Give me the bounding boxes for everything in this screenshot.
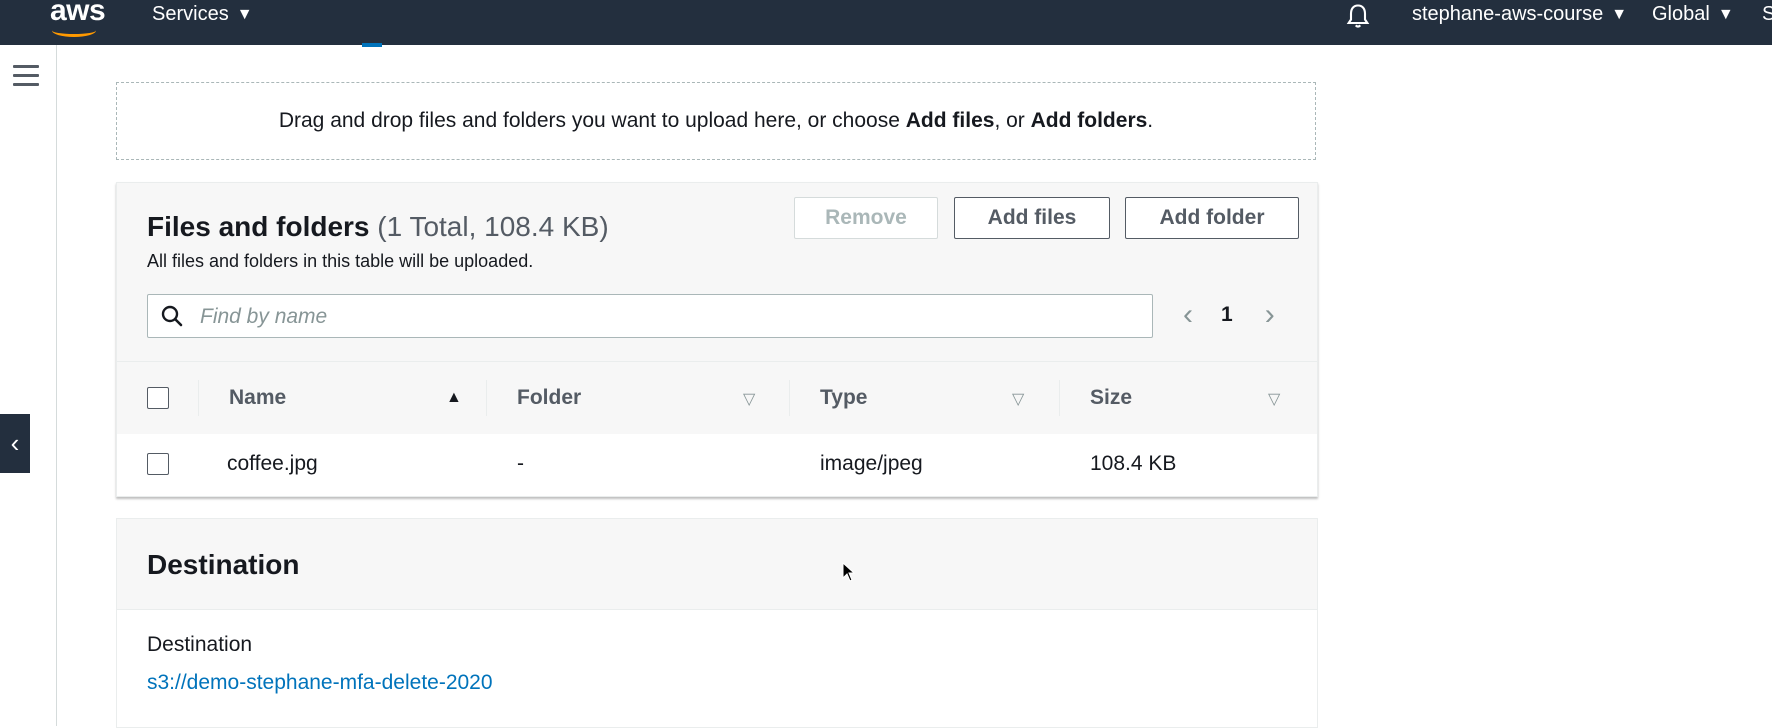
upload-dropzone[interactable]: Drag and drop files and folders you want… xyxy=(116,82,1316,160)
dropzone-text-prefix: Drag and drop files and folders you want… xyxy=(278,109,906,132)
top-navigation-bar: aws Services ▼ stephane-aws-course ▼ Globa… xyxy=(0,0,1772,45)
sort-caret-icon[interactable]: ▽ xyxy=(1268,389,1280,409)
files-panel-title: Files and folders (1 Total, 108.4 KB) xyxy=(147,211,609,243)
bell-icon[interactable] xyxy=(1344,2,1372,30)
support-menu[interactable]: S xyxy=(1762,0,1772,28)
region-label: Global xyxy=(1652,3,1710,25)
table-row[interactable]: coffee.jpg - image/jpeg 108.4 KB xyxy=(117,434,1317,494)
mouse-cursor-icon xyxy=(842,562,856,582)
dropzone-text-suffix: . xyxy=(1147,109,1154,132)
destination-header: Destination xyxy=(117,519,1317,610)
hamburger-icon[interactable] xyxy=(13,65,39,87)
destination-panel: Destination Destination s3://demo-stepha… xyxy=(116,518,1318,728)
column-divider xyxy=(486,380,487,416)
aws-logo[interactable]: aws xyxy=(50,0,106,37)
column-divider xyxy=(198,380,199,416)
services-menu[interactable]: Services ▼ xyxy=(152,0,253,28)
destination-title: Destination xyxy=(147,549,300,580)
remove-button[interactable]: Remove xyxy=(794,197,938,239)
files-panel-title-text: Files and folders xyxy=(147,211,370,242)
sort-ascending-icon[interactable]: ▲ xyxy=(446,389,462,407)
column-header-folder[interactable]: Folder xyxy=(517,386,581,410)
dropzone-add-folders: Add folders xyxy=(1030,109,1148,132)
destination-label: Destination xyxy=(147,633,253,656)
column-divider xyxy=(789,380,790,416)
aws-logo-text: aws xyxy=(50,0,106,27)
caret-down-icon: ▼ xyxy=(1611,6,1628,23)
caret-down-icon: ▼ xyxy=(236,6,253,23)
collapse-panel-button[interactable]: ‹ xyxy=(0,414,30,473)
account-menu[interactable]: stephane-aws-course ▼ xyxy=(1412,0,1627,28)
active-tab-indicator xyxy=(362,43,382,47)
select-all-checkbox[interactable] xyxy=(147,387,169,409)
dropzone-text: Drag and drop files and folders you want… xyxy=(279,109,1153,133)
file-size: 108.4 KB xyxy=(1090,452,1177,475)
file-type: image/jpeg xyxy=(820,452,923,475)
search-box[interactable] xyxy=(147,294,1153,338)
page-number[interactable]: 1 xyxy=(1221,303,1233,327)
chevron-left-icon: ‹ xyxy=(10,428,20,458)
chevron-right-icon[interactable]: › xyxy=(1265,298,1275,332)
sort-caret-icon[interactable]: ▽ xyxy=(743,389,755,409)
aws-logo-smile xyxy=(52,24,96,37)
search-icon xyxy=(161,305,183,327)
column-header-size[interactable]: Size xyxy=(1090,386,1132,410)
pagination: ‹ 1 › xyxy=(1183,294,1313,336)
row-checkbox[interactable] xyxy=(147,453,169,475)
column-header-type[interactable]: Type xyxy=(820,386,867,410)
table-header: Name ▲ Folder ▽ Type ▽ Size ▽ xyxy=(117,361,1317,435)
destination-link[interactable]: s3://demo-stephane-mfa-delete-2020 xyxy=(147,671,493,695)
files-panel-header: Files and folders (1 Total, 108.4 KB) Al… xyxy=(117,183,1317,361)
services-label: Services xyxy=(152,3,229,25)
dropzone-text-mid: , or xyxy=(994,109,1031,132)
files-panel-subtitle: All files and folders in this table will… xyxy=(147,251,534,271)
file-folder: - xyxy=(517,452,524,475)
sidebar xyxy=(0,45,57,726)
column-header-name[interactable]: Name xyxy=(229,386,286,410)
files-count: (1 Total, 108.4 KB) xyxy=(377,211,609,242)
file-name: coffee.jpg xyxy=(227,452,318,475)
files-and-folders-panel: Files and folders (1 Total, 108.4 KB) Al… xyxy=(116,182,1318,497)
support-label: S xyxy=(1762,3,1772,25)
region-menu[interactable]: Global ▼ xyxy=(1652,0,1734,28)
add-files-button[interactable]: Add files xyxy=(954,197,1110,239)
search-input[interactable] xyxy=(198,301,1142,333)
column-divider xyxy=(1059,380,1060,416)
dropzone-add-files: Add files xyxy=(905,109,995,132)
account-label: stephane-aws-course xyxy=(1412,3,1604,25)
caret-down-icon: ▼ xyxy=(1717,6,1734,23)
chevron-left-icon[interactable]: ‹ xyxy=(1183,298,1193,332)
add-folder-button[interactable]: Add folder xyxy=(1125,197,1299,239)
sort-caret-icon[interactable]: ▽ xyxy=(1012,389,1024,409)
